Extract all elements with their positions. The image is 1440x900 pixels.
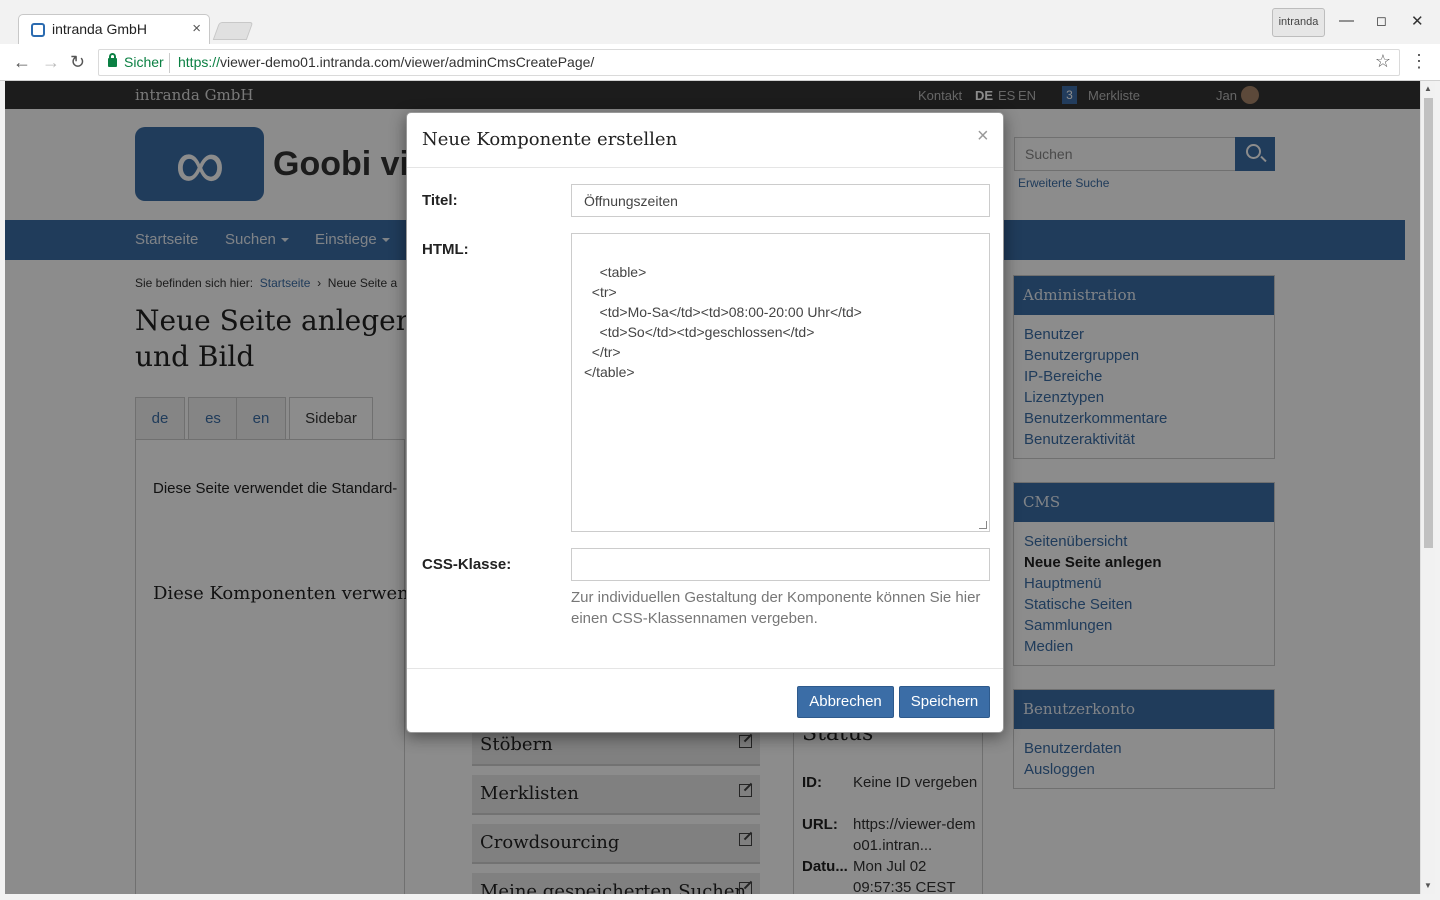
forward-icon[interactable]: → xyxy=(42,52,60,73)
favicon-icon xyxy=(31,23,45,37)
browser-titlebar: intranda GmbH × intranda — ◻ ✕ xyxy=(0,0,1440,44)
url-scheme: https:// xyxy=(178,54,221,70)
back-icon[interactable]: ← xyxy=(13,52,31,73)
scrollbar-thumb[interactable] xyxy=(1424,98,1433,548)
tab-title: intranda GmbH xyxy=(52,21,147,37)
title-input[interactable]: Öffnungszeiten xyxy=(571,184,990,217)
url-text[interactable]: https://viewer-demo01.intranda.com/viewe… xyxy=(178,54,594,70)
secure-label: Sicher xyxy=(124,54,164,70)
minimize-icon[interactable]: — xyxy=(1339,12,1354,29)
html-label: HTML: xyxy=(422,241,469,258)
new-tab-button[interactable] xyxy=(212,22,254,40)
address-bar[interactable]: Sicher https://viewer-demo01.intranda.co… xyxy=(98,49,1400,76)
create-component-modal: Neue Komponente erstellen × Titel: Öffnu… xyxy=(406,112,1004,733)
page-scrollbar[interactable]: ▲ ▼ xyxy=(1420,81,1435,894)
lock-icon xyxy=(108,53,117,67)
browser-toolbar: ← → ↻ Sicher https://viewer-demo01.intra… xyxy=(0,44,1440,81)
title-label: Titel: xyxy=(422,192,458,209)
scroll-down-icon[interactable]: ▼ xyxy=(1424,881,1432,890)
bookmark-star-icon[interactable]: ☆ xyxy=(1375,51,1391,72)
modal-title: Neue Komponente erstellen xyxy=(422,129,678,150)
css-class-label: CSS-Klasse: xyxy=(422,556,512,573)
modal-footer-divider xyxy=(407,668,1003,669)
profile-button[interactable]: intranda xyxy=(1272,8,1325,37)
browser-tab[interactable]: intranda GmbH × xyxy=(18,14,210,44)
url-path: viewer-demo01.intranda.com/viewer/adminC… xyxy=(220,54,595,70)
tab-close-icon[interactable]: × xyxy=(192,20,201,37)
scroll-up-icon[interactable]: ▲ xyxy=(1424,84,1432,93)
cancel-button[interactable]: Abbrechen xyxy=(797,686,894,718)
css-class-input[interactable] xyxy=(571,548,990,581)
resize-grip-icon[interactable] xyxy=(979,521,987,529)
browser-menu-icon[interactable]: ⋮ xyxy=(1410,51,1428,72)
close-icon[interactable]: × xyxy=(977,125,989,148)
save-button[interactable]: Speichern xyxy=(899,686,990,718)
window-close-icon[interactable]: ✕ xyxy=(1411,12,1424,30)
reload-icon[interactable]: ↻ xyxy=(70,52,85,73)
html-textarea-content: <table> <tr> <td>Mo-Sa</td><td>08:00-20:… xyxy=(584,264,862,380)
modal-header: Neue Komponente erstellen × xyxy=(407,113,1003,168)
url-divider xyxy=(169,53,170,73)
maximize-icon[interactable]: ◻ xyxy=(1376,13,1387,29)
css-class-help: Zur individuellen Gestaltung der Kompone… xyxy=(571,589,981,627)
html-textarea[interactable]: <table> <tr> <td>Mo-Sa</td><td>08:00-20:… xyxy=(571,233,990,532)
